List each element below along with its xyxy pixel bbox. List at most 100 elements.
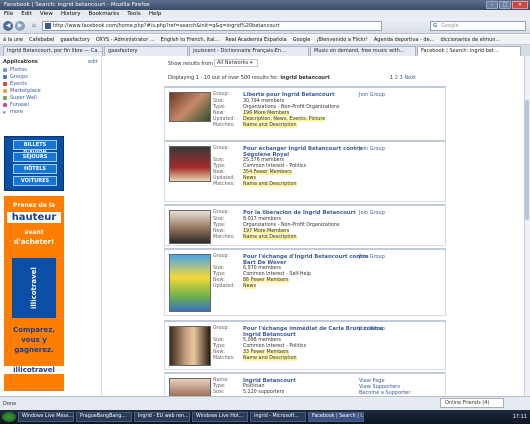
sidebar: Applications edit Photos Groups Events M… [0, 56, 102, 396]
taskbar-item[interactable]: Windows Live Hot... [192, 412, 248, 422]
favicon-icon [45, 23, 51, 29]
page-size: 5,220 supporters [243, 390, 285, 395]
chevron-down-icon: ▾ [3, 110, 6, 116]
group-type: Organizations - Non-Profit Organizations [243, 105, 340, 110]
sidebar-edit-link[interactable]: edit [88, 59, 98, 65]
start-button[interactable] [2, 412, 16, 422]
group-thumbnail[interactable] [169, 210, 211, 244]
group-new: 354 Fewer Members [243, 170, 292, 175]
home-icon[interactable]: ⌂ [29, 21, 39, 31]
group-matches: Name and Description [243, 235, 297, 240]
taskbar-item[interactable]: Ingrid - EU web ren... [134, 412, 190, 422]
tab-item[interactable]: Ingrid Betancourt, por fin libre — Ca... [3, 46, 103, 56]
group-new: 197 More Members [243, 229, 290, 234]
bookmark-item[interactable]: à la une [3, 35, 23, 44]
result-card: Pour l'échange immédiat de Carla Bruni c… [164, 320, 446, 370]
tab-item[interactable]: jouiscent - Dictionnaire Français-En... [189, 46, 309, 56]
page-thumbnail[interactable] [169, 378, 211, 398]
group-updated: Description, News, Events, Picture [243, 117, 326, 122]
bookmark-item[interactable]: diccionarios de elmun... [440, 35, 500, 44]
bookmark-item[interactable]: Agenda deportiva - de... [374, 35, 435, 44]
ad-stays-button[interactable]: SÉJOURS [13, 152, 57, 162]
field-label: Matches: [213, 182, 235, 187]
menu-help[interactable]: Help [149, 10, 162, 18]
taskbar-item[interactable]: PragueBangBang... [76, 412, 132, 422]
field-label: Matches: [213, 235, 235, 240]
join-group-link[interactable]: Join Group [359, 326, 385, 332]
page-link[interactable]: 1 [390, 75, 393, 81]
menu-tools[interactable]: Tools [127, 10, 141, 18]
search-results-area: Show results from All Networks ▾ Display… [102, 56, 530, 398]
taskbar-item[interactable]: ingrid - Microsoft... [250, 412, 306, 422]
taskbar-clock: 17:11 [512, 414, 527, 420]
sidebar-item-photos[interactable]: Photos [3, 67, 27, 73]
photos-icon [3, 68, 7, 72]
online-friends-button[interactable]: Online Friends (4) [440, 398, 504, 408]
page-type: Politician [243, 384, 265, 389]
group-size: 30,794 members [243, 99, 285, 104]
bookmark-item[interactable]: Google [293, 35, 311, 44]
bookmark-item[interactable]: Cafebabel [29, 35, 54, 44]
group-thumbnail[interactable] [169, 146, 211, 182]
join-group-link[interactable]: Join Group [359, 146, 385, 152]
group-thumbnail[interactable] [169, 326, 211, 366]
group-thumbnail[interactable] [169, 92, 211, 122]
bookmarks-toolbar: à la une Cafebabel gaasfactory OXYS - Ad… [0, 35, 530, 45]
menu-edit[interactable]: Edit [21, 10, 32, 18]
menu-file[interactable]: File [4, 10, 13, 18]
network-select[interactable]: All Networks ▾ [214, 59, 258, 67]
forward-arrow-icon[interactable]: ▶ [15, 21, 25, 31]
sidebar-item-events[interactable]: Events [3, 81, 27, 87]
search-bar[interactable]: G Google [430, 21, 526, 31]
field-label: Type: [213, 223, 226, 228]
ad-cars-button[interactable]: VOITURES [13, 176, 57, 186]
group-type: Common Interest - Politics [243, 344, 307, 349]
scrollbar-thumb[interactable] [525, 100, 529, 220]
tab-item[interactable]: gaasfactory [104, 46, 188, 56]
group-new: 33 Fewer Members [243, 350, 289, 355]
sidebar-item-funwall[interactable]: Funwall [3, 102, 29, 108]
taskbar-item-active[interactable]: Facebook | Search | i... [308, 412, 364, 422]
funwall-icon [3, 103, 7, 107]
field-label: Type: [213, 344, 226, 349]
join-group-link[interactable]: Join Group [359, 210, 385, 216]
minimize-button[interactable]: – [486, 1, 498, 9]
group-updated: News [243, 176, 256, 181]
ad-flights-button[interactable]: BILLETS D'AVION [13, 140, 57, 156]
menu-history[interactable]: History [61, 10, 81, 18]
bookmark-item[interactable]: English to French, Ital... [161, 35, 220, 44]
back-arrow-icon[interactable]: ◀ [3, 21, 13, 31]
page-next-link[interactable]: Next [404, 75, 416, 81]
join-group-link[interactable]: Join Group [359, 92, 385, 98]
ad-hotels-button[interactable]: HÔTELS [13, 164, 57, 174]
taskbar-item[interactable]: Windows Live Mess... [18, 412, 74, 422]
menu-bookmarks[interactable]: Bookmarks [89, 10, 120, 18]
sidebar-item-marketplace[interactable]: Marketplace [3, 88, 41, 94]
bookmark-item[interactable]: ¡Bienvenido a Flickr! [316, 35, 368, 44]
field-label: Group: [213, 92, 230, 97]
page-link[interactable]: 2 [395, 75, 398, 81]
result-card: Por la liberacion de Ingrid Betancourt G… [164, 204, 446, 246]
result-card: Pour l'échange d'Ingrid Betancourt contr… [164, 248, 446, 316]
field-label: Type: [213, 272, 226, 277]
bookmark-item[interactable]: gaasfactory [60, 35, 90, 44]
field-label: New: [213, 170, 225, 175]
show-results-label: Show results from [168, 61, 214, 67]
page-link[interactable]: 3 [400, 75, 403, 81]
sidebar-item-more[interactable]: ▾ more [3, 109, 23, 116]
sidebar-item-super-wall[interactable]: Super Wall [3, 95, 37, 101]
url-bar[interactable]: http://www.facebook.com/home.php?#/s.php… [42, 21, 382, 31]
group-thumbnail[interactable] [169, 254, 211, 312]
menu-view[interactable]: View [40, 10, 53, 18]
tab-item[interactable]: Music on demand, free music with... [310, 46, 416, 56]
close-button[interactable]: ✕ [512, 1, 528, 9]
join-group-link[interactable]: Join Group [359, 254, 385, 260]
ad-banner[interactable]: Prenez de la hauteur avant d'acheter! il… [4, 196, 64, 391]
bookmark-item[interactable]: OXYS - Administrator ... [96, 35, 155, 44]
sidebar-item-groups[interactable]: Groups [3, 74, 28, 80]
tab-item-active[interactable]: Facebook | Search: ingrid bet... [417, 46, 521, 56]
group-updated: News [243, 284, 256, 289]
bookmark-item[interactable]: Real Academia Española [225, 35, 286, 44]
maximize-button[interactable]: □ [499, 1, 511, 9]
field-label: Updated: [213, 117, 236, 122]
